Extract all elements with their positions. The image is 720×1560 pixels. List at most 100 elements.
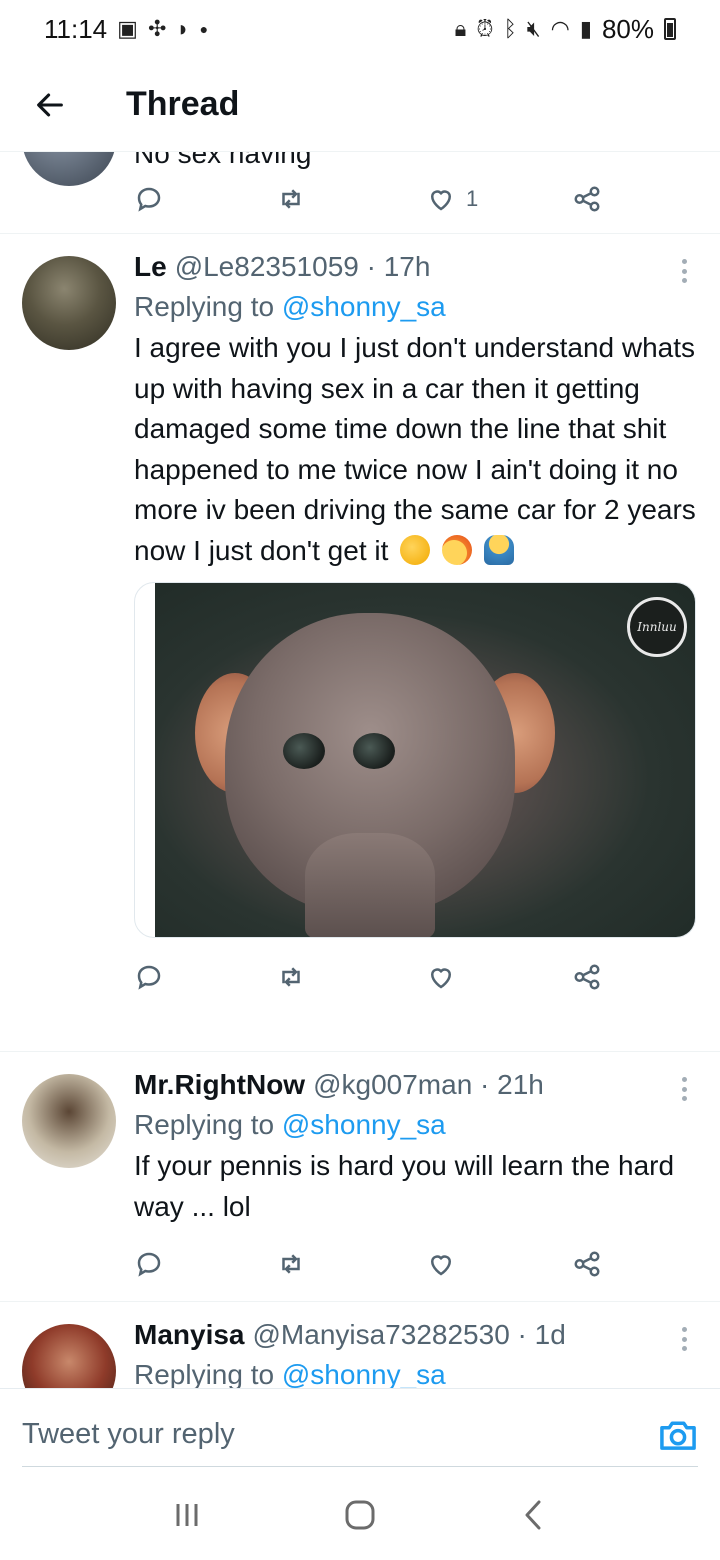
system-nav-bar	[0, 1470, 720, 1560]
dot-icon: ●	[199, 21, 209, 37]
lock-icon: 🔒︎	[454, 16, 467, 41]
pinwheel-icon: ✣	[147, 16, 167, 41]
more-options-icon[interactable]	[674, 1074, 694, 1104]
bluetooth-icon: ᛒ	[503, 16, 517, 41]
camera-button[interactable]	[658, 1415, 698, 1455]
tweet-text: I agree with you I just don't understand…	[134, 328, 698, 572]
display-name[interactable]: Manyisa	[134, 1318, 245, 1352]
replying-label: Replying to	[134, 1109, 275, 1140]
tweet[interactable]: Manyisa @Manyisa73282530 · 1d Replying t…	[0, 1302, 720, 1388]
replying-to: Replying to @shonny_sa	[134, 1106, 698, 1144]
share-button[interactable]	[572, 184, 602, 214]
share-icon	[574, 964, 600, 990]
status-bar: 11:14 ▣ ✣ ◗ ● 🔒︎ ⏰︎ ᛒ 🔇︎ ◠ ▮ 80%	[0, 0, 720, 58]
clock: 11:14	[44, 13, 108, 44]
retweet-button[interactable]	[276, 184, 426, 214]
retweet-button[interactable]	[276, 1249, 426, 1279]
retweet-button[interactable]	[276, 962, 426, 992]
more-options-icon[interactable]	[674, 256, 694, 286]
tweet-actions	[134, 1239, 614, 1289]
like-button[interactable]	[426, 1249, 572, 1279]
app-header: Thread	[0, 58, 720, 152]
replying-label: Replying to	[134, 291, 275, 322]
tweet-text-content: I agree with you I just don't understand…	[134, 332, 696, 566]
recents-icon	[176, 1504, 198, 1526]
reply-button[interactable]	[134, 1249, 276, 1279]
signal-icon: ▮	[579, 16, 592, 41]
like-count: 1	[466, 186, 479, 211]
reply-icon	[137, 965, 161, 990]
recents-button[interactable]	[157, 1485, 217, 1545]
more-options-icon[interactable]	[674, 1324, 694, 1354]
alarm-icon: ⏰︎	[476, 16, 494, 41]
tweet-actions: 1	[134, 174, 614, 224]
status-right: 🔒︎ ⏰︎ ᛒ 🔇︎ ◠ ▮ 80%	[455, 14, 676, 45]
tweet[interactable]: Le @Le82351059 · 17h Replying to @shonny…	[0, 234, 720, 1052]
handle-time[interactable]: @kg007man · 21h	[313, 1068, 544, 1102]
mention-link[interactable]: @shonny_sa	[282, 1359, 446, 1388]
page-title: Thread	[126, 85, 240, 123]
tweet-header: Mr.RightNow @kg007man · 21h	[134, 1068, 698, 1102]
avatar[interactable]	[22, 1324, 116, 1388]
retweet-icon	[282, 966, 300, 987]
handle-time[interactable]: @Le82351059 · 17h	[175, 250, 431, 284]
reply-input[interactable]: Tweet your reply	[22, 1403, 698, 1467]
replying-to: Replying to @shonny_sa	[134, 1356, 698, 1388]
heart-icon	[430, 190, 452, 211]
share-icon	[574, 186, 600, 212]
battery-icon	[664, 18, 676, 40]
tweet-partial[interactable]: No sex having 1	[0, 152, 720, 234]
chevron-left-icon	[525, 1500, 541, 1530]
moon-icon: ◗	[176, 16, 190, 41]
reply-button[interactable]	[134, 184, 276, 214]
gallery-icon: ▣	[117, 16, 138, 41]
back-nav-button[interactable]	[503, 1485, 563, 1545]
share-button[interactable]	[572, 962, 602, 992]
thread-feed[interactable]: No sex having 1 Le @Le82351059 · 17h Rep…	[0, 152, 720, 1388]
share-button[interactable]	[572, 1249, 602, 1279]
avatar[interactable]	[22, 152, 116, 186]
status-left: 11:14 ▣ ✣ ◗ ●	[44, 14, 208, 45]
tweet-header: Manyisa @Manyisa73282530 · 1d	[134, 1318, 698, 1352]
home-button[interactable]	[330, 1485, 390, 1545]
mention-link[interactable]: @shonny_sa	[282, 291, 446, 322]
thinking-face-icon	[400, 534, 431, 565]
handle-time[interactable]: @Manyisa73282530 · 1d	[253, 1318, 566, 1352]
arrow-left-icon	[37, 93, 63, 116]
monkey-eye	[283, 732, 325, 769]
heart-icon	[430, 967, 452, 989]
watermark-logo: Innluu	[627, 596, 687, 657]
display-name[interactable]: Mr.RightNow	[134, 1068, 305, 1102]
reply-button[interactable]	[134, 962, 276, 992]
reply-placeholder: Tweet your reply	[22, 1418, 235, 1450]
tweet-text: If your pennis is hard you will learn th…	[134, 1150, 675, 1222]
exploding-head-icon	[441, 534, 472, 565]
reply-icon	[137, 187, 161, 212]
wifi-icon: ◠	[550, 16, 570, 41]
monkey-hand	[305, 832, 435, 937]
battery-percent: 80%	[601, 13, 654, 44]
avatar[interactable]	[22, 256, 116, 350]
tweet[interactable]: Mr.RightNow @kg007man · 21h Replying to …	[0, 1052, 720, 1302]
retweet-icon	[282, 1254, 300, 1274]
tweet-actions	[134, 952, 614, 1002]
avatar[interactable]	[22, 1074, 116, 1168]
mention-link[interactable]: @shonny_sa	[282, 1109, 446, 1140]
reply-icon	[137, 1252, 161, 1277]
like-button[interactable]	[426, 962, 572, 992]
person-shrugging-icon	[483, 534, 514, 565]
mute-icon: 🔇︎	[526, 16, 541, 41]
monkey-photo: Innluu	[155, 582, 695, 937]
display-name[interactable]: Le	[134, 250, 167, 284]
camera-icon	[660, 1421, 696, 1450]
replying-label: Replying to	[134, 1359, 275, 1388]
tweet-text: No sex having	[134, 152, 312, 169]
share-icon	[574, 1251, 600, 1277]
reply-composer: Tweet your reply	[0, 1388, 720, 1470]
like-button[interactable]: 1	[426, 184, 572, 214]
heart-icon	[430, 1255, 452, 1276]
back-button[interactable]	[0, 58, 100, 152]
tweet-media[interactable]: Innluu	[134, 581, 696, 938]
home-icon	[345, 1500, 375, 1530]
replying-to: Replying to @shonny_sa	[134, 288, 698, 326]
